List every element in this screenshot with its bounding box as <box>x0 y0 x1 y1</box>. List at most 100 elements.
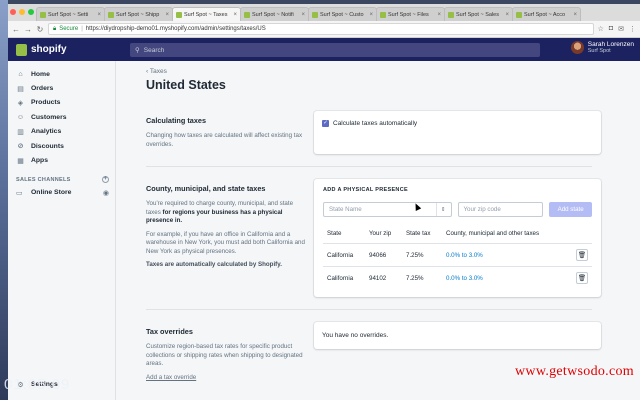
state-cell: California <box>327 274 354 282</box>
video-timer: 01:05:09 <box>4 376 71 393</box>
physical-presence-card: ADD A PHYSICAL PRESENCE State Name ⇕ You… <box>314 179 601 297</box>
column-header: County, municipal and other taxes <box>442 227 572 244</box>
calculating-taxes-card: ✓ Calculate taxes automatically <box>314 111 601 154</box>
presence-table: State Your zip State tax County, municip… <box>323 227 592 289</box>
actions-cell: 🗑︎ <box>572 267 592 290</box>
shopify-favicon-icon <box>448 11 454 18</box>
page-title: United States <box>146 78 226 92</box>
sidebar-item-customers[interactable]: ☺ Customers <box>8 110 115 124</box>
star-icon[interactable]: ☆ <box>598 25 604 33</box>
checkbox-checked-icon[interactable]: ✓ <box>322 120 329 127</box>
analytics-icon: ▥ <box>17 128 24 136</box>
card-heading: ADD A PHYSICAL PRESENCE <box>323 187 408 193</box>
browser-tab[interactable]: Surf Spot ~ Sales × <box>444 7 513 21</box>
section-description: Customize region-based tax rates for spe… <box>146 343 303 367</box>
browser-tab[interactable]: Surf Spot ~ Shipp × <box>104 7 173 21</box>
shopify-favicon-icon <box>312 11 318 18</box>
actions-cell: 🗑︎ <box>572 243 592 267</box>
close-tab-icon[interactable]: × <box>165 12 169 18</box>
sidebar-item-online-store[interactable]: ▭ Online Store ◉ <box>8 186 115 200</box>
sidebar-item-analytics[interactable]: ▥ Analytics <box>8 125 115 139</box>
back-arrow-icon[interactable]: ← <box>12 25 20 34</box>
tab-bar: Surf Spot ~ Setti × Surf Spot ~ Shipp × Su… <box>8 4 640 21</box>
search-input[interactable]: ⚲ Search <box>130 43 540 57</box>
browser-tab[interactable]: Surf Spot ~ Notifi × <box>240 7 309 21</box>
zip-code-input[interactable]: Your zip code <box>457 202 544 217</box>
sidebar: ⌂ Home ▤ Orders ◈ Products ☺ Customers ▥ Anal… <box>8 61 116 400</box>
trash-icon[interactable]: 🗑︎ <box>576 272 588 284</box>
county-taxes-section: County, municipal, and state taxes You'r… <box>146 179 640 297</box>
browser-tab[interactable]: Surf Spot ~ Custo × <box>308 7 377 21</box>
search-icon: ⚲ <box>135 47 140 54</box>
sidebar-item-home[interactable]: ⌂ Home <box>8 67 115 81</box>
sidebar-item-label: Orders <box>31 85 54 93</box>
add-state-button[interactable]: Add state <box>549 202 592 217</box>
checkbox-label[interactable]: Calculate taxes automatically <box>333 120 417 127</box>
tab-label: Surf Spot ~ Setti <box>48 11 89 18</box>
close-tab-icon[interactable]: × <box>233 12 237 18</box>
close-tab-icon[interactable]: × <box>97 12 101 18</box>
forward-arrow-icon[interactable]: → <box>24 25 32 34</box>
shopify-logo[interactable]: shopify <box>16 43 131 56</box>
browser-window: Surf Spot ~ Setti × Surf Spot ~ Shipp × Su… <box>8 4 640 400</box>
section-title: Calculating taxes <box>146 116 207 125</box>
url-separator: | <box>81 26 83 32</box>
breadcrumb[interactable]: ‹ Taxes <box>146 68 640 75</box>
close-window-icon[interactable] <box>10 9 16 15</box>
column-header: State <box>323 227 365 244</box>
section-description: You're required to charge county, munici… <box>146 200 306 226</box>
add-presence-form: State Name ⇕ Your zip code Add state <box>323 202 592 217</box>
minimize-window-icon[interactable] <box>19 9 25 15</box>
section-description: For example, if you have an office in Ca… <box>146 230 305 255</box>
add-tax-override-link[interactable]: Add a tax override <box>146 374 306 381</box>
sidebar-item-products[interactable]: ◈ Products <box>8 96 115 110</box>
sidebar-item-apps[interactable]: ▦ Apps <box>8 153 115 167</box>
window-controls <box>10 9 34 15</box>
view-store-eye-icon[interactable]: ◉ <box>103 189 109 197</box>
user-menu[interactable]: Sarah Lorenzen Surf Spot <box>570 41 634 54</box>
extension-icon[interactable]: ✉ <box>618 25 624 33</box>
tab-label: Surf Spot ~ Files <box>388 11 429 18</box>
avatar <box>570 41 584 54</box>
tab-label: Surf Spot ~ Taxes <box>184 11 228 18</box>
sidebar-item-label: Products <box>31 99 61 107</box>
other-taxes-link[interactable]: 0.0% to 3.0% <box>442 267 572 290</box>
discounts-icon: ⊘ <box>17 143 24 151</box>
tab-label: Surf Spot ~ Acco <box>524 11 566 18</box>
close-tab-icon[interactable]: × <box>573 12 577 18</box>
calculate-automatically-row[interactable]: ✓ Calculate taxes automatically <box>314 111 601 136</box>
state-tax-cell: 7.25% <box>402 243 442 267</box>
column-header: Your zip <box>365 227 402 244</box>
browser-tab-active[interactable]: Surf Spot ~ Taxes × <box>172 7 241 21</box>
close-tab-icon[interactable]: × <box>369 12 373 18</box>
maximize-window-icon[interactable] <box>28 9 34 15</box>
shopify-favicon-icon <box>244 11 250 18</box>
state-select[interactable]: State Name ⇕ <box>323 202 452 217</box>
apps-icon: ▦ <box>17 157 24 165</box>
section-title: County, municipal, and state taxes <box>146 184 266 193</box>
close-tab-icon[interactable]: × <box>301 12 305 18</box>
user-name: Sarah Lorenzen <box>587 41 634 48</box>
browser-tab[interactable]: Surf Spot ~ Acco × <box>512 7 581 21</box>
secure-label: Secure <box>59 26 79 32</box>
browser-tab[interactable]: Surf Spot ~ Files × <box>376 7 445 21</box>
other-taxes-link[interactable]: 0.0% to 3.0% <box>442 243 572 267</box>
sidebar-item-label: Discounts <box>31 142 64 150</box>
sidebar-item-orders[interactable]: ▤ Orders <box>8 81 115 95</box>
shopify-topbar: shopify ⚲ Search Sarah Lorenzen Surf Spo… <box>8 38 640 61</box>
sidebar-item-label: Online Store <box>31 189 72 197</box>
user-info: Sarah Lorenzen Surf Spot <box>588 41 634 54</box>
browser-tab[interactable]: Surf Spot ~ Setti × <box>36 7 105 21</box>
trash-icon[interactable]: 🗑︎ <box>576 249 588 261</box>
menu-icon[interactable]: ⋮ <box>629 25 636 33</box>
url-field[interactable]: 🔒︎ Secure | https://diydropship-demo01.m… <box>48 23 594 35</box>
close-tab-icon[interactable]: × <box>437 12 441 18</box>
extension-icon[interactable]: ◘ <box>609 25 613 33</box>
shopify-favicon-icon <box>108 11 114 18</box>
url-text[interactable]: https://diydropship-demo01.myshopify.com… <box>86 26 266 32</box>
sidebar-item-discounts[interactable]: ⊘ Discounts <box>8 139 115 153</box>
reload-icon[interactable]: ↻ <box>36 25 44 34</box>
add-channel-icon[interactable]: + <box>102 176 109 184</box>
section-divider <box>146 309 592 310</box>
close-tab-icon[interactable]: × <box>505 12 509 18</box>
